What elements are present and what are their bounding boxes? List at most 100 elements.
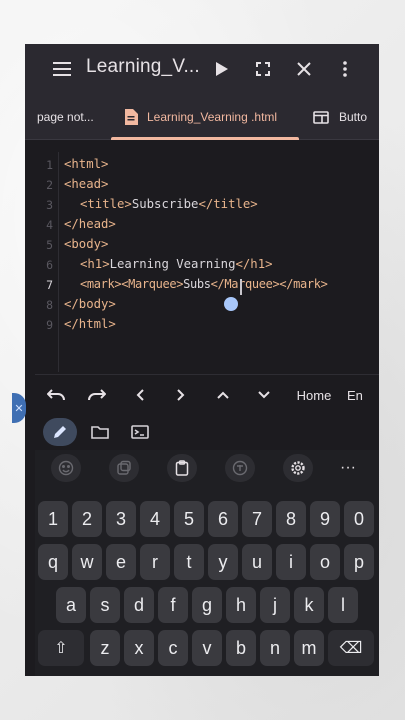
key-0[interactable]: 0 xyxy=(344,501,374,537)
window-icon xyxy=(313,110,329,124)
line-number: 1 xyxy=(46,158,53,172)
more-vert-icon[interactable] xyxy=(332,56,358,82)
key-d[interactable]: d xyxy=(124,587,154,623)
home-key[interactable]: Home xyxy=(291,375,337,415)
extra-keys-bar: Home En xyxy=(35,374,379,414)
key-o[interactable]: o xyxy=(310,544,340,580)
key-z[interactable]: z xyxy=(90,630,120,666)
key-s[interactable]: s xyxy=(90,587,120,623)
cursor-handle[interactable] xyxy=(224,297,238,311)
menu-icon[interactable] xyxy=(49,56,75,82)
shift-key[interactable]: ⇧ xyxy=(38,630,84,666)
key-2[interactable]: 2 xyxy=(72,501,102,537)
tab-learning-vearning[interactable]: Learning_Vearning .html xyxy=(124,94,277,140)
end-key[interactable]: En xyxy=(347,375,377,415)
key-w[interactable]: w xyxy=(72,544,102,580)
run-icon[interactable] xyxy=(209,56,235,82)
line-number: 9 xyxy=(46,318,53,332)
code-line: <head> xyxy=(64,177,109,191)
gutter-divider xyxy=(58,152,59,372)
close-icon[interactable] xyxy=(291,56,317,82)
fullscreen-icon[interactable] xyxy=(250,56,276,82)
tab-page-not[interactable]: page not... xyxy=(37,94,94,140)
settings-icon[interactable] xyxy=(283,454,313,482)
key-3[interactable]: 3 xyxy=(106,501,136,537)
key-c[interactable]: c xyxy=(158,630,188,666)
line-number: 8 xyxy=(46,298,53,312)
file-title: Learning_V... xyxy=(86,56,200,77)
key-m[interactable]: m xyxy=(294,630,324,666)
tab-label: Learning_Vearning .html xyxy=(147,110,278,124)
cursor-down-button[interactable] xyxy=(247,375,281,415)
line-number-current: 7 xyxy=(46,278,53,292)
tab-butto[interactable]: Butto xyxy=(313,94,367,140)
clipboard-icon[interactable] xyxy=(167,454,197,482)
file-tabs: page not... Learning_Vearning .html Butt… xyxy=(25,94,379,140)
app-bar: Learning_V... xyxy=(25,44,379,94)
key-t[interactable]: t xyxy=(174,544,204,580)
code-line: <h1>Learning Vearning</h1> xyxy=(80,257,273,271)
tab-label: page not... xyxy=(37,110,94,124)
line-number: 3 xyxy=(46,198,53,212)
key-e[interactable]: e xyxy=(106,544,136,580)
key-1[interactable]: 1 xyxy=(38,501,68,537)
key-9[interactable]: 9 xyxy=(310,501,340,537)
line-number: 5 xyxy=(46,238,53,252)
phone-screen: Learning_V... page not... Learning_Vearn… xyxy=(25,44,379,676)
key-r[interactable]: r xyxy=(140,544,170,580)
key-p[interactable]: p xyxy=(344,544,374,580)
key-y[interactable]: y xyxy=(208,544,238,580)
key-7[interactable]: 7 xyxy=(242,501,272,537)
emoji-icon[interactable] xyxy=(51,454,81,482)
key-f[interactable]: f xyxy=(158,587,188,623)
key-h[interactable]: h xyxy=(226,587,256,623)
keyboard-suggestion-bar: ··· xyxy=(35,450,379,486)
key-u[interactable]: u xyxy=(242,544,272,580)
key-q[interactable]: q xyxy=(38,544,68,580)
tab-label: Butto xyxy=(339,110,368,124)
edit-pencil-icon[interactable] xyxy=(43,418,77,446)
text-cursor xyxy=(240,279,242,295)
key-x[interactable]: x xyxy=(124,630,154,666)
cursor-up-button[interactable] xyxy=(206,375,240,415)
folder-icon[interactable] xyxy=(83,418,117,446)
line-number: 4 xyxy=(46,218,53,232)
key-5[interactable]: 5 xyxy=(174,501,204,537)
key-8[interactable]: 8 xyxy=(276,501,306,537)
code-line-current: <mark><Marquee>Subs</Marquee></mark> xyxy=(80,277,328,291)
key-b[interactable]: b xyxy=(226,630,256,666)
terminal-icon[interactable] xyxy=(123,418,157,446)
cursor-right-button[interactable] xyxy=(164,375,198,415)
key-j[interactable]: j xyxy=(260,587,290,623)
key-k[interactable]: k xyxy=(294,587,324,623)
cursor-left-button[interactable] xyxy=(123,375,157,415)
key-i[interactable]: i xyxy=(276,544,306,580)
code-line: <html> xyxy=(64,157,109,171)
code-line: </head> xyxy=(64,217,116,231)
mode-bar xyxy=(35,414,379,450)
key-4[interactable]: 4 xyxy=(140,501,170,537)
key-v[interactable]: v xyxy=(192,630,222,666)
line-number: 6 xyxy=(46,258,53,272)
more-horiz-icon[interactable]: ··· xyxy=(333,454,363,482)
redo-button[interactable] xyxy=(80,375,114,415)
code-editor[interactable]: 1 2 3 4 5 6 7 8 9 <html> <head> <title>S… xyxy=(35,152,379,372)
key-g[interactable]: g xyxy=(192,587,222,623)
soft-keyboard: ··· 1 2 3 4 5 6 7 8 9 0 q w e r t y u i … xyxy=(35,450,379,676)
line-number: 2 xyxy=(46,178,53,192)
backspace-key[interactable]: ⌫ xyxy=(328,630,374,666)
file-document-icon xyxy=(124,109,138,125)
active-tab-indicator xyxy=(111,137,299,140)
code-line: </html> xyxy=(64,317,116,331)
translate-icon[interactable] xyxy=(225,454,255,482)
undo-button[interactable] xyxy=(39,375,73,415)
key-n[interactable]: n xyxy=(260,630,290,666)
side-drawer-handle[interactable]: ✕ xyxy=(12,393,26,423)
sticker-icon[interactable] xyxy=(109,454,139,482)
key-l[interactable]: l xyxy=(328,587,358,623)
key-6[interactable]: 6 xyxy=(208,501,238,537)
key-a[interactable]: a xyxy=(56,587,86,623)
code-line: <title>Subscribe</title> xyxy=(80,197,258,211)
code-line: <body> xyxy=(64,237,109,251)
code-line: </body> xyxy=(64,297,116,311)
